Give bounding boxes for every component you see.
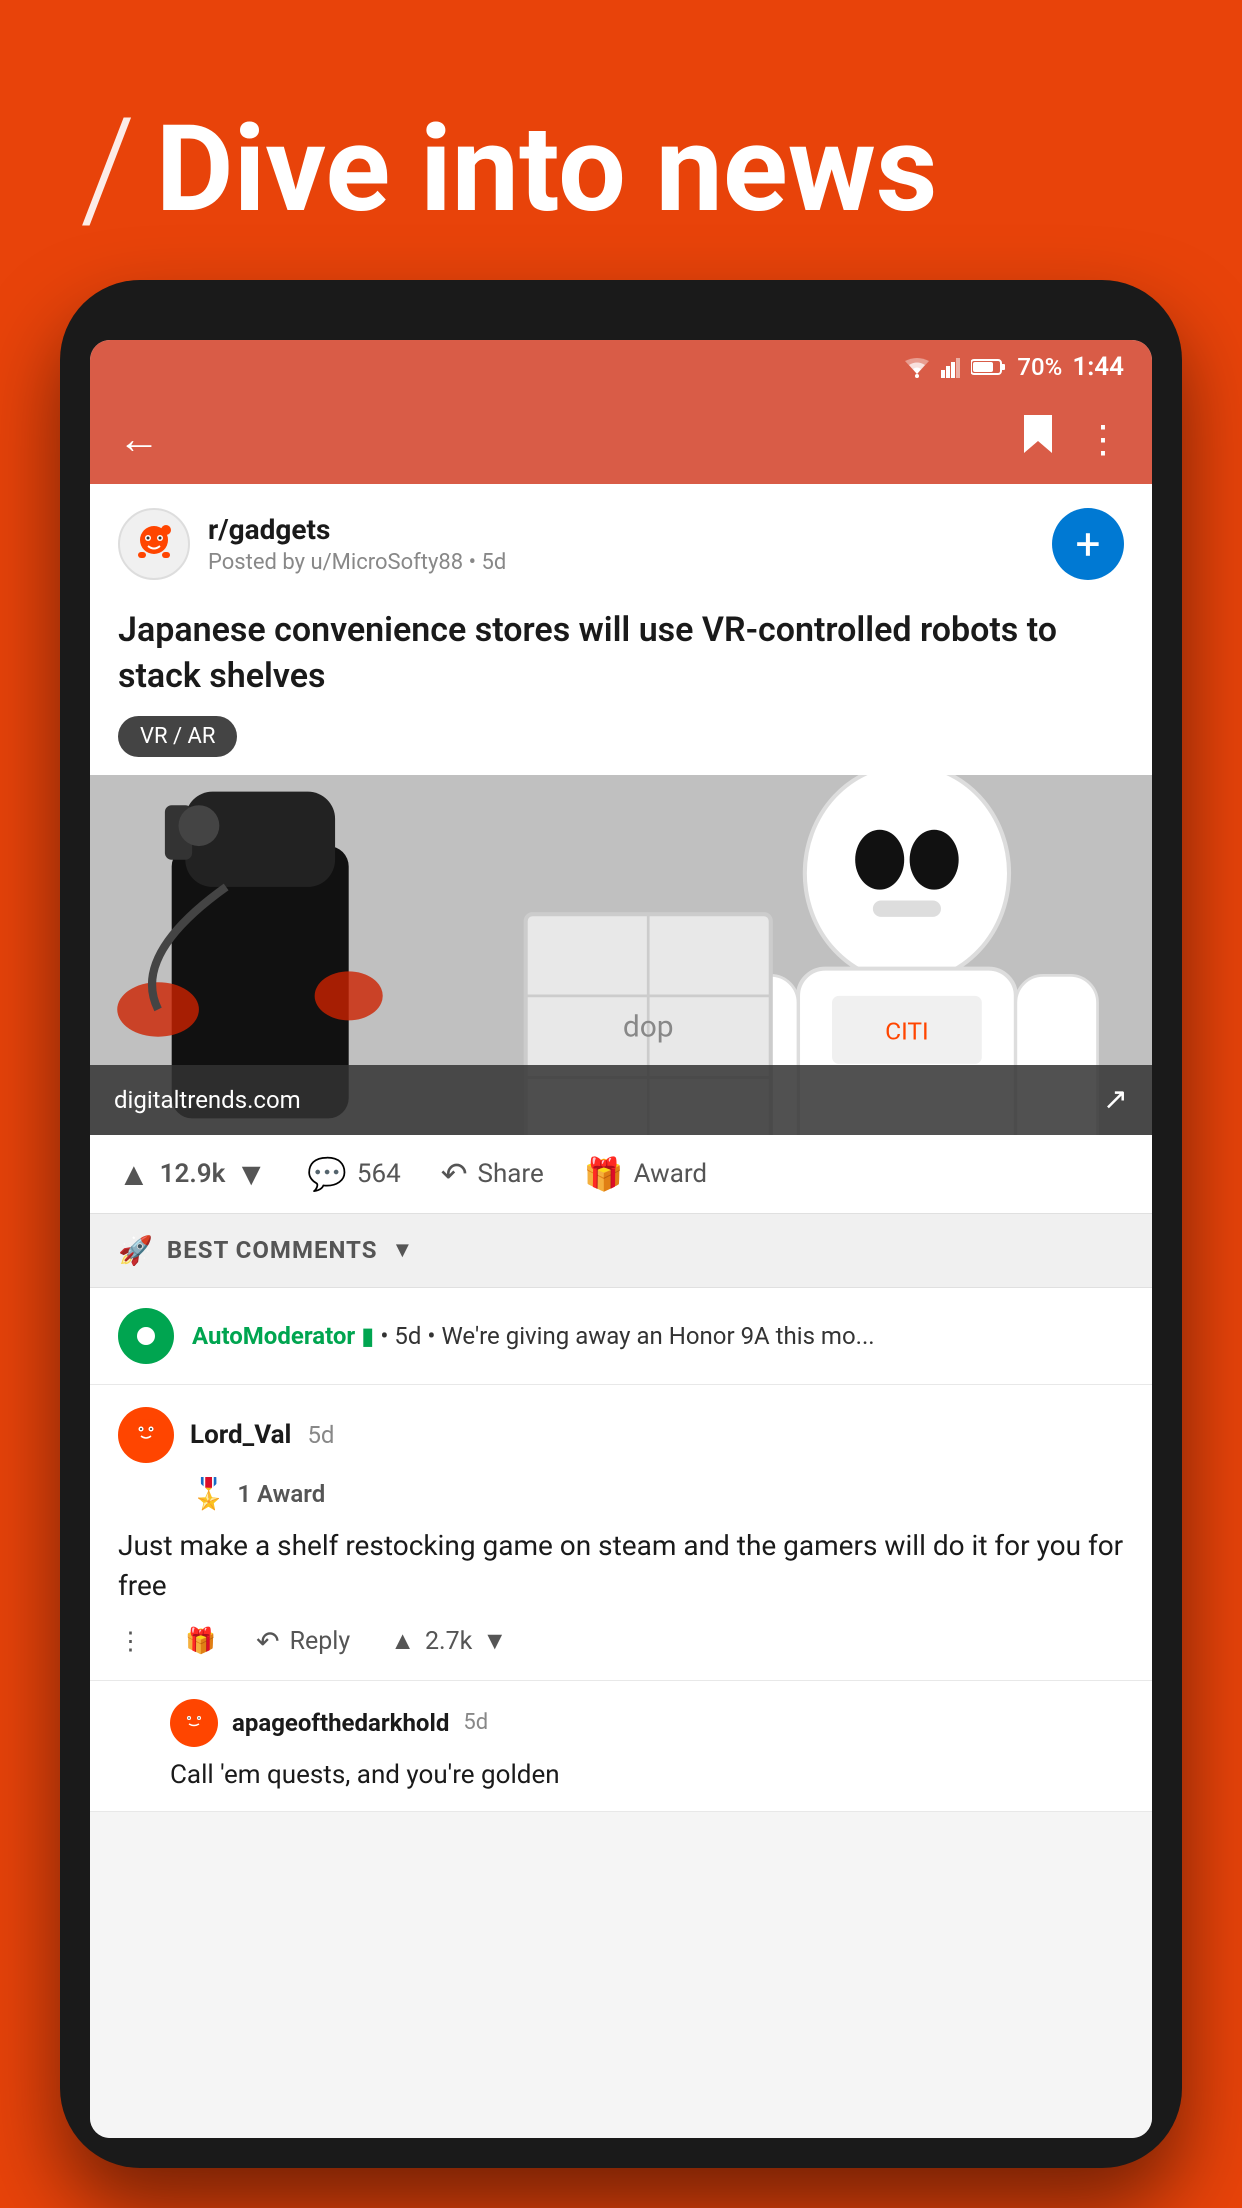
- comment-body: Just make a shelf restocking game on ste…: [118, 1526, 1124, 1607]
- phone-frame: 70% 1:44 ← ⋮: [60, 280, 1182, 2168]
- bookmark-button[interactable]: [1020, 413, 1056, 465]
- award-text: 1 Award: [237, 1480, 325, 1508]
- comment-user-row: Lord_Val 5d: [118, 1407, 1124, 1463]
- comment-vote-count: 2.7k: [425, 1627, 472, 1656]
- subreddit-avatar: [118, 508, 190, 580]
- reply-snoo: [179, 1708, 209, 1738]
- signal-icon: [941, 356, 961, 378]
- lord-val-username: Lord_Val: [190, 1420, 291, 1450]
- award-button[interactable]: 🎁 Award: [584, 1155, 707, 1193]
- subscribe-button[interactable]: +: [1052, 508, 1124, 580]
- share-icon: ↶: [441, 1155, 468, 1193]
- award-emoji: 🎖️: [190, 1477, 227, 1512]
- comment-action-bar: ⋮ 🎁 ↶ Reply ▲ 2.7k ▼: [118, 1625, 1124, 1658]
- automod-name: AutoModerator: [192, 1322, 355, 1350]
- post-tag-pill[interactable]: VR / AR: [118, 716, 237, 757]
- reply-button[interactable]: ↶ Reply: [256, 1625, 350, 1658]
- award-label: Award: [634, 1159, 707, 1189]
- automod-preview: We're giving away an Honor 9A this mo...: [441, 1322, 874, 1350]
- lord-val-time: 5d: [307, 1421, 334, 1449]
- comment-upvote-icon[interactable]: ▲: [390, 1627, 415, 1656]
- wifi-icon: [903, 356, 931, 378]
- comment-count: 564: [357, 1159, 401, 1189]
- external-link-icon[interactable]: ↗: [1103, 1082, 1128, 1117]
- vote-count: 12.9k: [160, 1159, 226, 1189]
- reply-icon: ↶: [256, 1625, 279, 1658]
- automod-separator2: •: [427, 1322, 441, 1350]
- post-tag-container: VR / AR: [90, 716, 1152, 775]
- phone-screen: 70% 1:44 ← ⋮: [90, 340, 1152, 2138]
- upvote-section[interactable]: ▲ 12.9k ▼: [118, 1155, 267, 1193]
- reply-time: 5d: [463, 1710, 488, 1735]
- share-button[interactable]: ↶ Share: [441, 1155, 544, 1193]
- share-label: Share: [478, 1159, 544, 1189]
- back-button[interactable]: ←: [118, 415, 160, 464]
- time-display: 1:44: [1072, 352, 1124, 382]
- reply-label: Reply: [290, 1627, 351, 1656]
- svg-text:dop: dop: [623, 1009, 674, 1044]
- award-icon: 🎁: [584, 1155, 624, 1193]
- upvote-icon[interactable]: ▲: [118, 1155, 150, 1193]
- sort-label: BEST COMMENTS: [167, 1236, 378, 1264]
- comment-gift-icon: 🎁: [185, 1627, 216, 1656]
- comment-gift-button[interactable]: 🎁: [185, 1627, 216, 1656]
- comments-section[interactable]: 💬 564: [307, 1155, 401, 1193]
- post-image[interactable]: CITI d: [90, 775, 1152, 1135]
- comments-sort-header[interactable]: 🚀 BEST COMMENTS ▼: [90, 1213, 1152, 1288]
- slash-icon: /: [80, 100, 136, 240]
- comment-lord-val: Lord_Val 5d 🎖️ 1 Award Just make a shelf…: [90, 1385, 1152, 1681]
- comment-award-badge: 🎖️ 1 Award: [190, 1477, 1124, 1512]
- image-source: digitaltrends.com: [114, 1086, 301, 1114]
- posted-by: Posted by u/MicroSofty88 • 5d: [208, 550, 506, 575]
- automod-comment-text: AutoModerator ▮ • 5d • We're giving away…: [192, 1322, 1124, 1350]
- image-footer: digitaltrends.com ↗: [90, 1065, 1152, 1135]
- sort-dropdown-icon[interactable]: ▼: [392, 1237, 414, 1263]
- post-actions: ▲ 12.9k ▼ 💬 564 ↶ Share 🎁 Award: [90, 1135, 1152, 1213]
- post-info: r/gadgets Posted by u/MicroSofty88 • 5d: [208, 513, 506, 575]
- reply-comment: apageofthedarkhold 5d Call 'em quests, a…: [90, 1681, 1152, 1812]
- post-title: Japanese convenience stores will use VR-…: [90, 598, 1152, 716]
- post-header: r/gadgets Posted by u/MicroSofty88 • 5d …: [90, 484, 1152, 598]
- automod-comment[interactable]: AutoModerator ▮ • 5d • We're giving away…: [90, 1288, 1152, 1385]
- comment-more-icon: ⋮: [118, 1626, 145, 1656]
- status-icons: 70% 1:44: [903, 352, 1124, 382]
- comment-vote-section[interactable]: ▲ 2.7k ▼: [390, 1627, 507, 1656]
- lord-val-avatar: [118, 1407, 174, 1463]
- status-bar: 70% 1:44: [90, 340, 1152, 394]
- downvote-icon[interactable]: ▼: [235, 1155, 267, 1193]
- battery-icon: [971, 358, 1007, 376]
- subreddit-name[interactable]: r/gadgets: [208, 513, 506, 546]
- app-bar: ← ⋮: [90, 394, 1152, 484]
- reply-username: apageofthedarkhold: [232, 1709, 449, 1737]
- comment-icon: 💬: [307, 1155, 347, 1193]
- battery-percent: 70%: [1017, 353, 1062, 381]
- automod-separator: •: [380, 1322, 394, 1350]
- reddit-snoo: [128, 518, 180, 570]
- automod-avatar: [118, 1308, 174, 1364]
- lord-val-snoo: [128, 1417, 164, 1453]
- automod-time: 5d: [394, 1322, 421, 1350]
- comment-downvote-icon[interactable]: ▼: [482, 1627, 507, 1656]
- comment-more-button[interactable]: ⋮: [118, 1626, 145, 1656]
- rocket-icon: 🚀: [118, 1234, 153, 1267]
- reply-text: Call 'em quests, and you're golden: [170, 1757, 1124, 1793]
- more-options-button[interactable]: ⋮: [1084, 417, 1124, 462]
- svg-text:CITI: CITI: [885, 1016, 929, 1045]
- header-tagline: Dive into news: [156, 110, 938, 230]
- mod-shield: ▮: [361, 1322, 374, 1350]
- scroll-content[interactable]: r/gadgets Posted by u/MicroSofty88 • 5d …: [90, 484, 1152, 2138]
- reply-avatar: [170, 1699, 218, 1747]
- reply-user-row: apageofthedarkhold 5d: [170, 1699, 1124, 1747]
- automod-avatar-dot: [137, 1327, 155, 1345]
